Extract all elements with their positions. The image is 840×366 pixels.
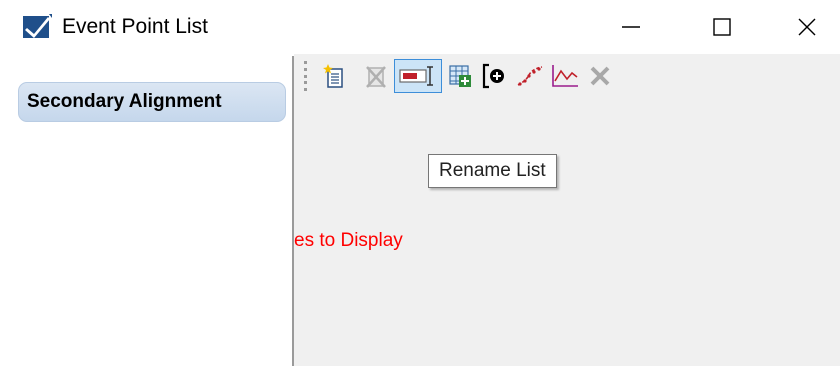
window-title: Event Point List <box>62 15 208 38</box>
main-panel: Rename List es to Display <box>294 54 840 366</box>
event-point-list-window: Event Point List Secondary Alignment Ren… <box>0 0 840 366</box>
sidebar: Secondary Alignment <box>0 54 290 366</box>
close-button[interactable] <box>775 0 839 54</box>
table-add-icon <box>449 65 471 87</box>
add-point-icon <box>482 63 504 89</box>
maximize-button[interactable] <box>690 0 754 54</box>
points-along-icon <box>517 66 543 86</box>
add-point-button[interactable] <box>478 59 512 93</box>
status-message: es to Display <box>294 230 403 251</box>
tooltip: Rename List <box>428 154 557 188</box>
toolbar-grip-icon[interactable] <box>302 61 308 91</box>
rename-list-icon <box>399 66 433 86</box>
toolbar <box>294 54 840 98</box>
sidebar-item-secondary-alignment[interactable]: Secondary Alignment <box>18 82 286 122</box>
sidebar-item-label: Secondary Alignment <box>27 91 222 112</box>
delete-list-button[interactable] <box>359 59 393 93</box>
new-list-button[interactable] <box>318 59 352 93</box>
maximize-icon <box>713 18 731 36</box>
new-list-icon <box>323 64 343 88</box>
title-bar: Event Point List <box>0 0 840 54</box>
minimize-icon <box>622 26 640 28</box>
delete-button[interactable] <box>583 59 617 93</box>
profile-icon <box>552 65 578 87</box>
add-table-button[interactable] <box>443 59 477 93</box>
profile-button[interactable] <box>548 59 582 93</box>
minimize-button[interactable] <box>599 0 663 54</box>
delete-list-icon <box>366 66 386 88</box>
delete-icon <box>590 66 610 86</box>
app-logo-icon <box>23 14 52 38</box>
close-icon <box>798 18 816 36</box>
rename-list-button[interactable] <box>394 59 442 93</box>
points-along-button[interactable] <box>513 59 547 93</box>
